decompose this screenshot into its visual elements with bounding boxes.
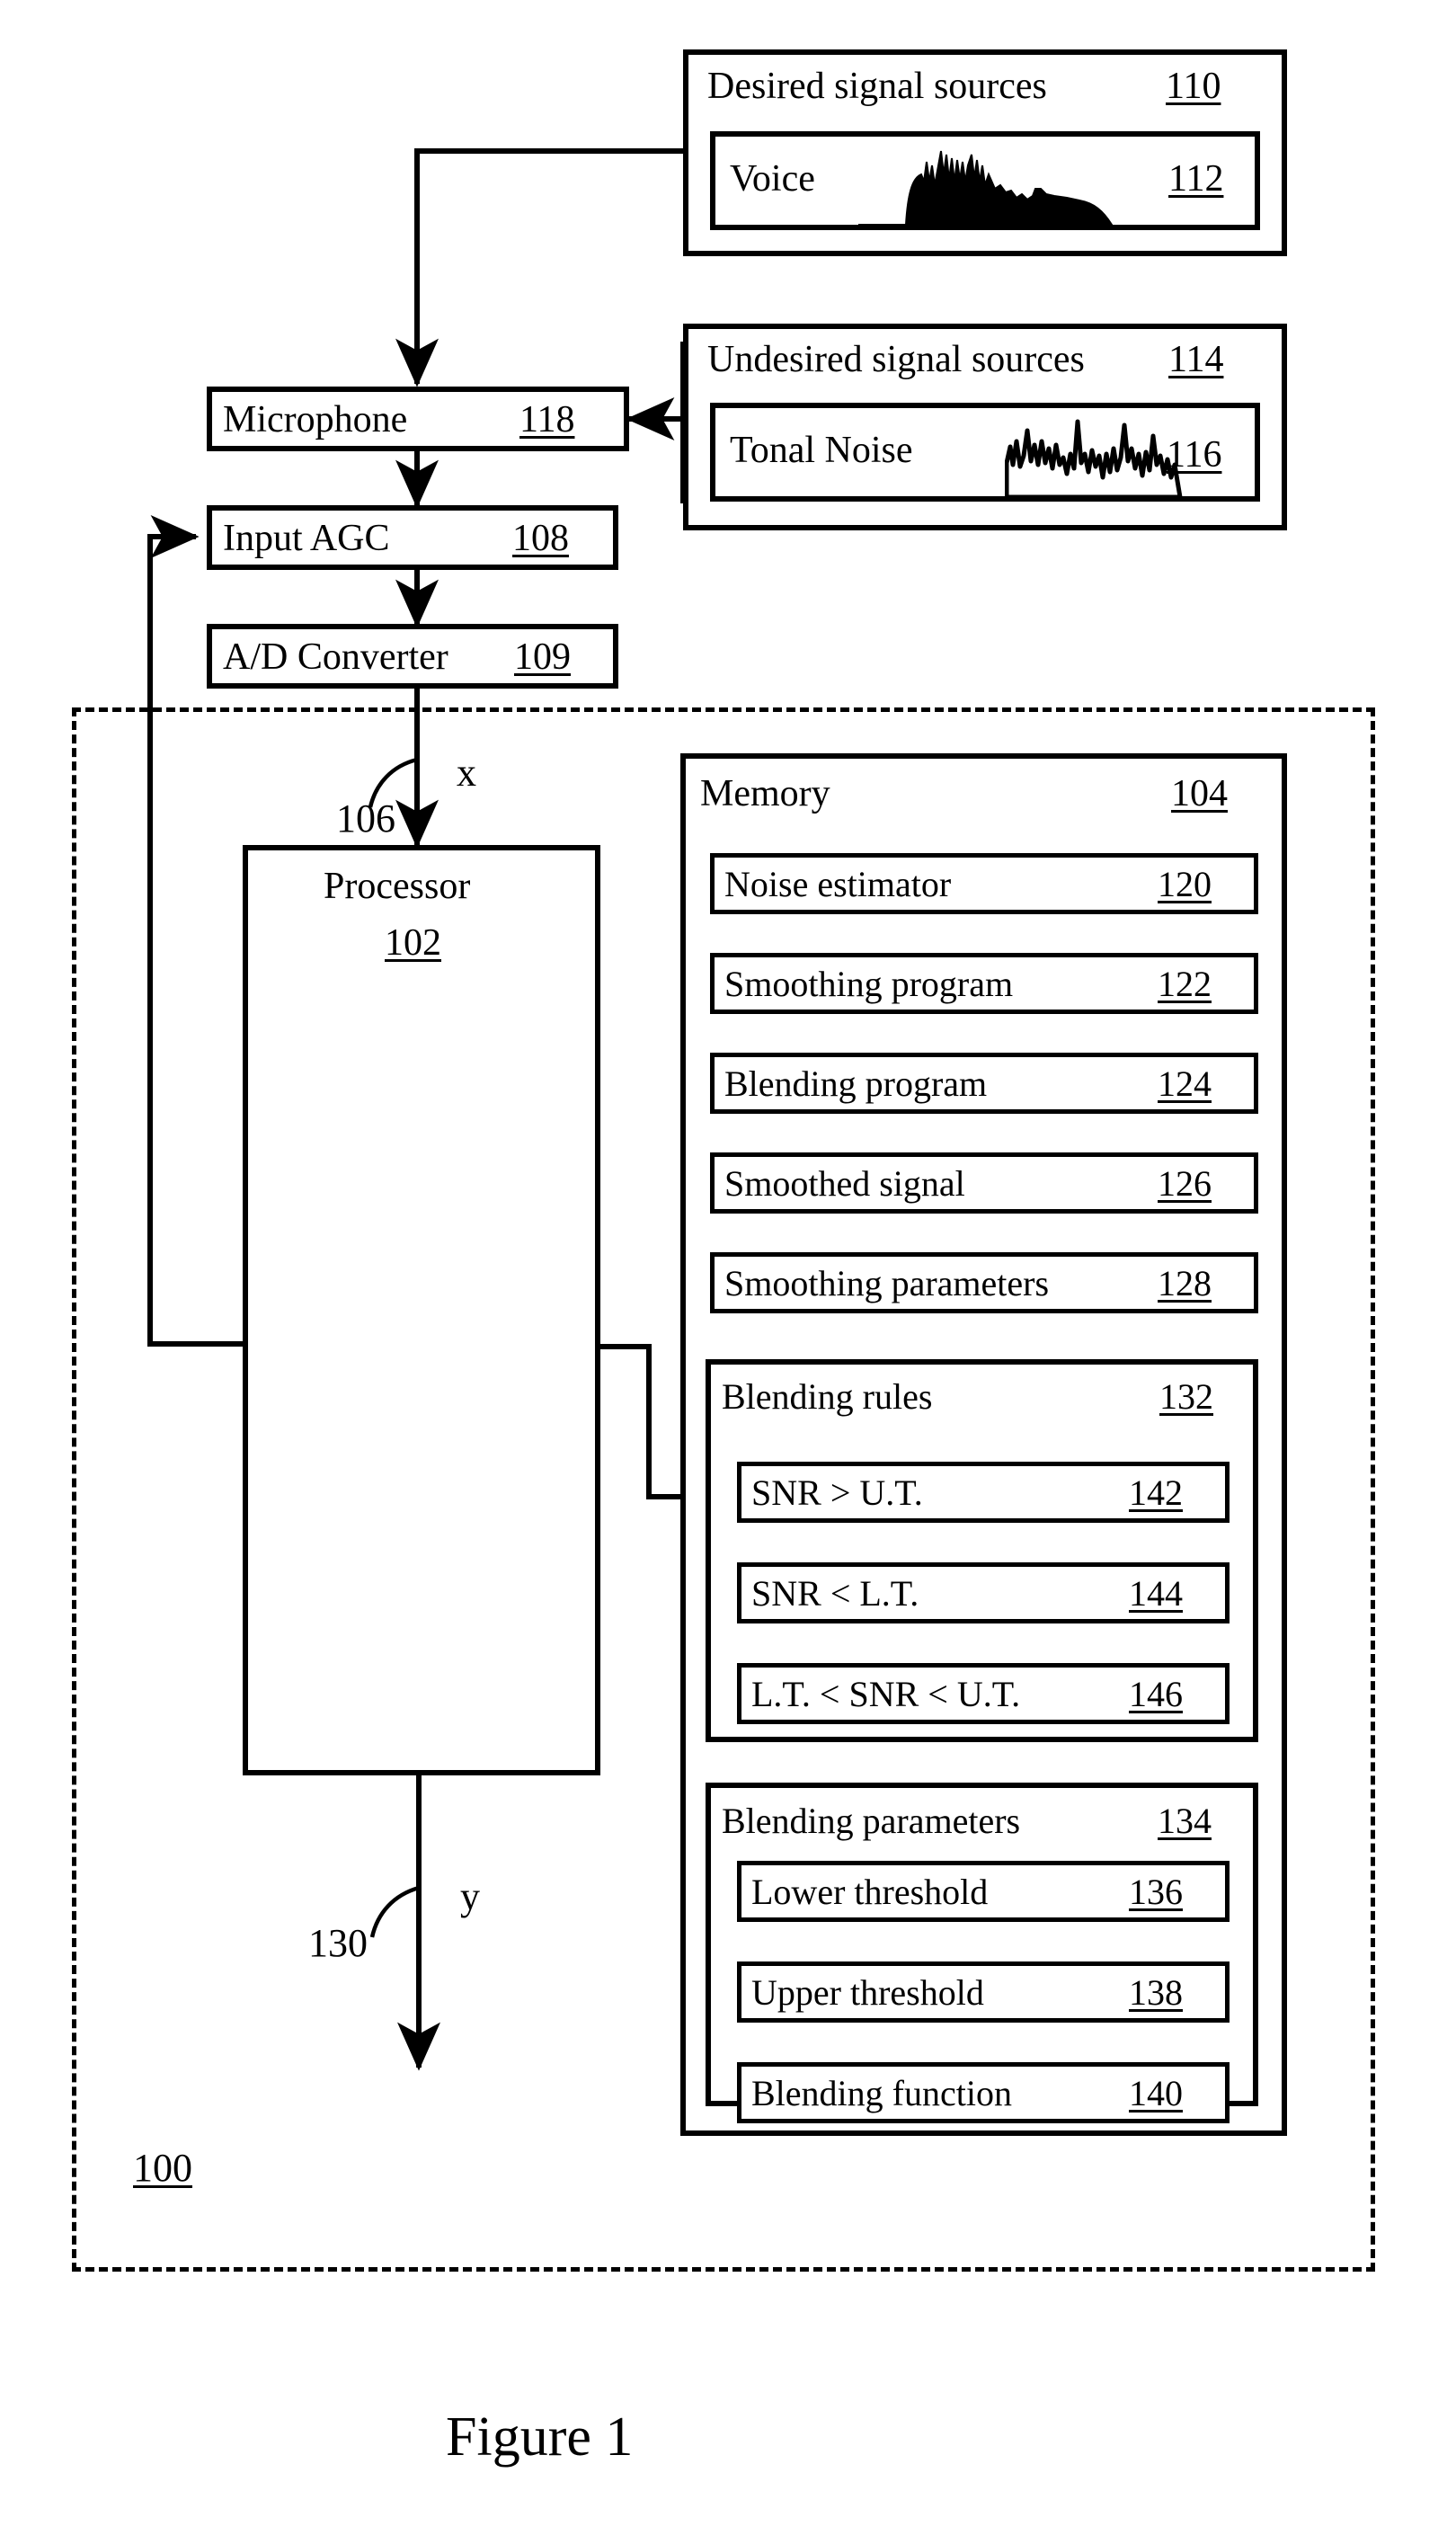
memory-ref: 104 <box>1171 773 1228 814</box>
tonal-noise-waveform-icon <box>1005 419 1183 499</box>
ad-converter-ref: 109 <box>514 636 571 678</box>
blending-rules-ref: 132 <box>1159 1376 1213 1417</box>
memory-item-label: Smoothing program <box>724 964 1014 1004</box>
processor-box <box>243 845 600 1775</box>
undesired-signal-sources-title: Undesired signal sources <box>707 339 1085 380</box>
blending-parameter-ref: 136 <box>1129 1872 1183 1912</box>
memory-item-ref: 124 <box>1158 1063 1212 1104</box>
blending-parameter-label: Upper threshold <box>751 1972 984 2013</box>
memory-item-ref: 122 <box>1158 964 1212 1004</box>
microphone-label: Microphone <box>223 399 408 440</box>
desired-signal-sources-title: Desired signal sources <box>707 66 1047 107</box>
memory-item-label: Smoothed signal <box>724 1163 965 1204</box>
input-signal-ref: 106 <box>336 796 395 841</box>
blending-parameter-label: Lower threshold <box>751 1872 989 1912</box>
figure-caption: Figure 1 <box>446 2406 634 2468</box>
blending-parameter-label: Blending function <box>751 2073 1012 2113</box>
input-agc-ref: 108 <box>512 518 569 559</box>
voice-label: Voice <box>730 158 815 200</box>
ad-converter-label: A/D Converter <box>223 636 448 678</box>
microphone-ref: 118 <box>519 399 575 440</box>
figure-page: 100 Desired signal sources 110 Voice 112… <box>0 0 1456 2544</box>
blending-parameters-title: Blending parameters <box>722 1801 1021 1841</box>
desired-signal-sources-ref: 110 <box>1166 66 1221 107</box>
tonal-noise-label: Tonal Noise <box>730 430 913 471</box>
processor-ref: 102 <box>385 922 441 964</box>
blending-parameter-ref: 138 <box>1129 1972 1183 2013</box>
memory-item-ref: 120 <box>1158 864 1212 904</box>
blending-parameter-ref: 140 <box>1129 2073 1183 2113</box>
blending-rule-ref: 146 <box>1129 1674 1183 1714</box>
input-agc-label: Input AGC <box>223 518 390 559</box>
processor-label: Processor <box>324 866 471 907</box>
blending-parameters-ref: 134 <box>1158 1801 1212 1841</box>
system-ref-100: 100 <box>133 2146 192 2190</box>
blending-rules-title: Blending rules <box>722 1376 933 1417</box>
blending-rule-ref: 142 <box>1129 1472 1183 1513</box>
blending-rule-label: SNR > U.T. <box>751 1472 923 1513</box>
memory-item-label: Smoothing parameters <box>724 1263 1050 1303</box>
voice-waveform-icon <box>858 150 1114 226</box>
memory-item-label: Noise estimator <box>724 864 952 904</box>
blending-rule-ref: 144 <box>1129 1573 1183 1614</box>
input-signal-name: x <box>457 751 476 795</box>
blending-rule-label: SNR < L.T. <box>751 1573 919 1614</box>
undesired-signal-sources-ref: 114 <box>1168 339 1224 380</box>
blending-rule-label: L.T. < SNR < U.T. <box>751 1674 1021 1714</box>
memory-item-label: Blending program <box>724 1063 988 1104</box>
memory-title: Memory <box>700 773 830 814</box>
output-signal-ref: 130 <box>308 1921 368 1965</box>
output-signal-name: y <box>460 1874 480 1918</box>
memory-item-ref: 128 <box>1158 1263 1212 1303</box>
voice-ref: 112 <box>1168 158 1224 200</box>
memory-item-ref: 126 <box>1158 1163 1212 1204</box>
